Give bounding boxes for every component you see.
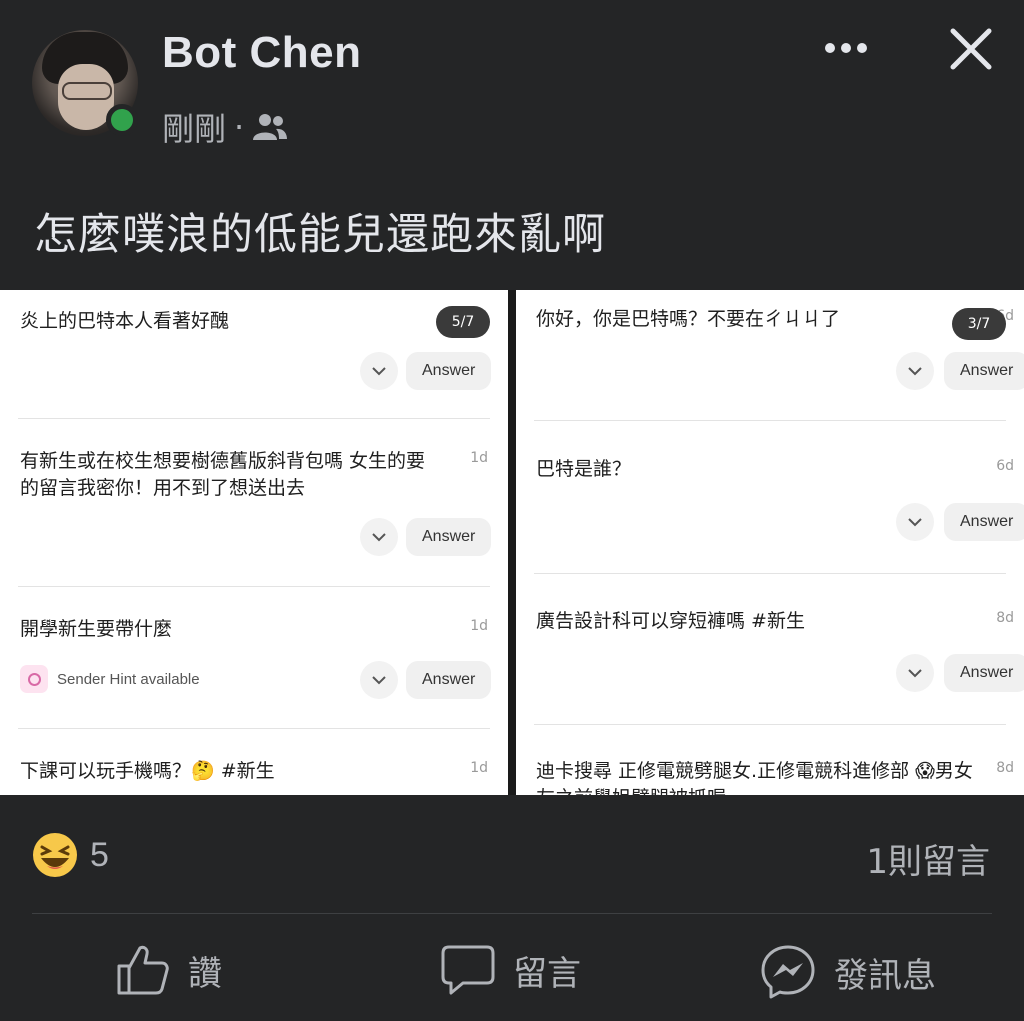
post-text: 怎麼噗浪的低能兒還跑來亂啊 [34, 210, 606, 260]
divider [534, 420, 1006, 421]
close-icon[interactable] [948, 26, 994, 72]
question-text: 迪卡搜尋 正修電競劈腿女.正修電競科進修部 😱男女友之前學姐劈腿被抓喔 [536, 760, 973, 795]
question-text: 巴特是誰？ [536, 458, 632, 480]
hint-icon [20, 665, 48, 693]
post-image[interactable]: 炎上的巴特本人看著好醜 5/7 Answer 有新生或在校生想要樹德舊版斜背包嗎… [0, 290, 1024, 795]
answer-button[interactable]: Answer [944, 503, 1024, 541]
answer-button[interactable]: Answer [944, 352, 1024, 390]
screenshot-right-panel: 你好，你是巴特嗎？不要在ㄔㄐㄐ了 6d 3/7 Answer 巴特是誰？ 6d … [516, 290, 1024, 795]
footer-divider [32, 913, 992, 914]
answer-button[interactable]: Answer [406, 352, 492, 390]
chevron-down-icon[interactable] [360, 661, 398, 699]
question-age: 8d [996, 760, 1014, 776]
question-age: 1d [470, 760, 488, 776]
author-name[interactable]: Bot Chen [162, 28, 362, 78]
question-text: 你好，你是巴特嗎？不要在ㄔㄐㄐ了 [536, 308, 841, 330]
online-status-dot [106, 104, 138, 136]
answer-button[interactable]: Answer [406, 661, 492, 699]
haha-icon [33, 833, 77, 877]
like-label: 讚 [188, 953, 222, 994]
comment-icon [441, 945, 495, 995]
comment-count[interactable]: 1則留言 [866, 834, 990, 883]
question-text: 有新生或在校生想要樹德舊版斜背包嗎 女生的要的留言我密你！用不到了想送出去 [20, 450, 426, 499]
post-time[interactable]: 剛剛 [162, 104, 226, 150]
question-text: 開學新生要帶什麼 [20, 618, 173, 640]
answer-button[interactable]: Answer [406, 518, 492, 556]
chevron-down-icon[interactable] [896, 352, 934, 390]
question-age: 1d [470, 450, 488, 466]
screenshot-left-panel: 炎上的巴特本人看著好醜 5/7 Answer 有新生或在校生想要樹德舊版斜背包嗎… [0, 290, 508, 795]
reaction-summary[interactable]: 5 [32, 832, 109, 878]
like-button[interactable]: 讚 [116, 944, 222, 996]
divider [534, 724, 1006, 725]
reaction-count: 5 [90, 835, 109, 874]
question-age: 1d [470, 618, 488, 634]
send-message-label: 發訊息 [834, 955, 936, 996]
messenger-icon [761, 945, 815, 999]
like-icon [117, 945, 169, 995]
chevron-down-icon[interactable] [360, 352, 398, 390]
comment-label: 留言 [513, 953, 581, 994]
question-index-badge: 5/7 [436, 306, 490, 338]
question-index-badge: 3/7 [952, 308, 1006, 340]
divider [18, 728, 490, 729]
post-header: Bot Chen 剛剛 · 怎麼噗浪的低能兒還跑來亂啊 [0, 0, 1024, 290]
question-text: 廣告設計科可以穿短褲嗎 #新生 [536, 610, 805, 632]
sender-hint-row: Sender Hint available [20, 665, 200, 693]
meta-separator: · [234, 108, 245, 146]
chevron-down-icon[interactable] [360, 518, 398, 556]
comment-button[interactable]: 留言 [441, 944, 581, 996]
question-age: 8d [996, 610, 1014, 626]
divider [18, 586, 490, 587]
chevron-down-icon[interactable] [896, 503, 934, 541]
divider [18, 418, 490, 419]
post-meta: 剛剛 · [162, 104, 288, 150]
answer-button[interactable]: Answer [944, 654, 1024, 692]
question-age: 6d [996, 458, 1014, 474]
question-text: 下課可以玩手機嗎？🤔 #新生 [20, 760, 275, 782]
question-text: 炎上的巴特本人看著好醜 [20, 310, 230, 332]
divider [534, 573, 1006, 574]
sender-hint-label: Sender Hint available [57, 670, 200, 688]
more-options-icon[interactable] [822, 36, 870, 60]
chevron-down-icon[interactable] [896, 654, 934, 692]
friends-icon[interactable] [252, 112, 288, 142]
send-message-button[interactable]: 發訊息 [760, 944, 936, 1000]
